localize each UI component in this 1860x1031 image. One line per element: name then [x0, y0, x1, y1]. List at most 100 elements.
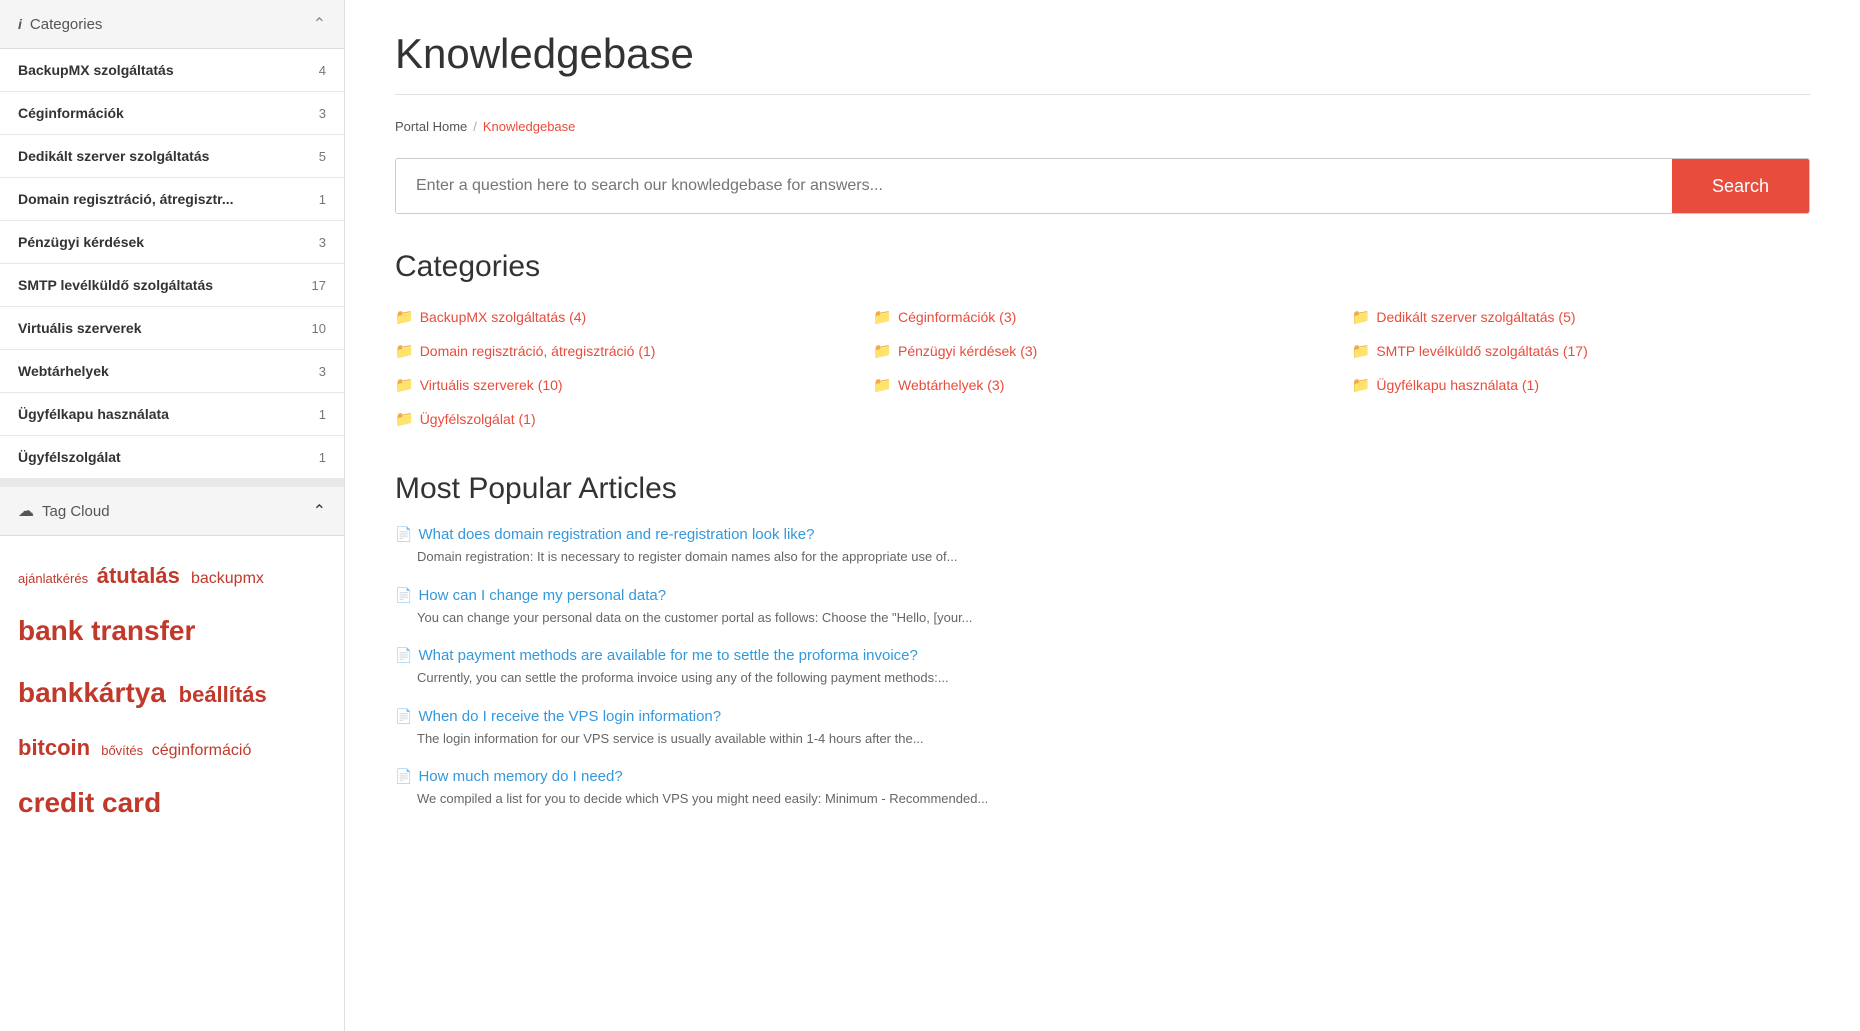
sidebar-category-item[interactable]: Céginformációk 3	[0, 92, 344, 135]
category-link[interactable]: 📁 Webtárhelyek (3)	[873, 372, 1331, 398]
article-title-text: What does domain registration and re-reg…	[418, 526, 814, 543]
sidebar-cat-count: 3	[319, 364, 326, 379]
category-link[interactable]: 📁 Virtuális szerverek (10)	[395, 372, 853, 398]
breadcrumb-current[interactable]: Knowledgebase	[483, 119, 576, 134]
categories-grid: 📁BackupMX szolgáltatás (4) 📁Céginformáció…	[395, 304, 1810, 432]
tag-cloud-body: ajánlatkérés átutalás backupmx bank tran…	[0, 536, 344, 850]
sidebar-cat-count: 1	[319, 407, 326, 422]
tag-item[interactable]: bővítés	[101, 743, 147, 758]
category-link[interactable]: 📁Céginformációk (3)	[873, 304, 1331, 330]
sidebar-cat-count: 1	[319, 192, 326, 207]
search-button[interactable]: Search	[1672, 159, 1809, 213]
tag-item[interactable]: backupmx	[191, 570, 264, 587]
search-input[interactable]	[396, 159, 1672, 213]
sidebar-category-item[interactable]: Ügyfélkapu használata 1	[0, 393, 344, 436]
tag-item[interactable]: bank transfer	[18, 615, 195, 646]
article-icon: 📄	[395, 587, 412, 604]
sidebar-cat-count: 5	[319, 149, 326, 164]
tag-cloud-header: ☁ Tag Cloud ⌃	[0, 479, 344, 536]
article-excerpt: Domain registration: It is necessary to …	[417, 547, 1810, 567]
folder-icon: 📁	[395, 376, 414, 394]
sidebar-category-item[interactable]: SMTP levélküldő szolgáltatás 17	[0, 264, 344, 307]
article-title-link[interactable]: 📄 How can I change my personal data?	[395, 587, 1810, 604]
breadcrumb: Portal Home / Knowledgebase	[395, 119, 1810, 134]
article-icon: 📄	[395, 768, 412, 785]
category-link-label: Virtuális szerverek (10)	[420, 377, 563, 393]
articles-list: 📄 What does domain registration and re-r…	[395, 526, 1810, 809]
category-link-label: SMTP levélküldő szolgáltatás (17)	[1376, 343, 1587, 359]
tag-item[interactable]: bankkártya	[18, 677, 174, 708]
folder-icon: 📁	[873, 342, 892, 360]
folder-icon: 📁	[395, 308, 414, 326]
article-item: 📄 What payment methods are available for…	[395, 647, 1810, 688]
article-title-text: How much memory do I need?	[418, 768, 622, 785]
folder-icon: 📁	[1352, 376, 1371, 394]
categories-sidebar-header: i Categories ⌃	[0, 0, 344, 49]
article-icon: 📄	[395, 708, 412, 725]
category-link[interactable]: 📁 Dedikált szerver szolgáltatás (5)	[1352, 304, 1810, 330]
sidebar-cat-label: Domain regisztráció, átregisztr...	[18, 191, 234, 207]
article-excerpt: You can change your personal data on the…	[417, 608, 1810, 628]
sidebar-category-item[interactable]: Ügyfélszolgálat 1	[0, 436, 344, 479]
category-link-label: Ügyfélkapu használata (1)	[1376, 377, 1539, 393]
article-title-text: How can I change my personal data?	[418, 587, 666, 604]
sidebar-cat-label: Webtárhelyek	[18, 363, 109, 379]
article-title-text: What payment methods are available for m…	[418, 647, 917, 664]
folder-icon: 📁	[873, 376, 892, 394]
article-title-link[interactable]: 📄 When do I receive the VPS login inform…	[395, 708, 1810, 725]
tag-item[interactable]: credit card	[18, 787, 161, 818]
article-item: 📄 What does domain registration and re-r…	[395, 526, 1810, 567]
sidebar-cat-label: Ügyfélszolgálat	[18, 449, 121, 465]
sidebar-category-item[interactable]: Webtárhelyek 3	[0, 350, 344, 393]
sidebar-cat-count: 1	[319, 450, 326, 465]
sidebar-categories-list: BackupMX szolgáltatás 4 Céginformációk 3…	[0, 49, 344, 479]
tag-item[interactable]: ajánlatkérés	[18, 571, 92, 586]
tag-item[interactable]: beállítás	[179, 682, 267, 707]
category-link-label: Dedikált szerver szolgáltatás (5)	[1376, 309, 1575, 325]
categories-sidebar-title: Categories	[30, 16, 103, 33]
folder-icon: 📁	[1352, 308, 1371, 326]
category-link[interactable]: 📁Ügyfélszolgálat (1)	[395, 406, 853, 432]
sidebar-category-item[interactable]: Pénzügyi kérdések 3	[0, 221, 344, 264]
sidebar-cat-count: 17	[312, 278, 326, 293]
tag-item[interactable]: bitcoin	[18, 735, 96, 760]
chevron-up-icon[interactable]: ⌃	[313, 14, 326, 34]
sidebar-cat-label: Céginformációk	[18, 105, 124, 121]
category-link-label: Ügyfélszolgálat (1)	[420, 411, 536, 427]
page-title: Knowledgebase	[395, 30, 1810, 78]
article-title-text: When do I receive the VPS login informat…	[418, 708, 721, 725]
sidebar: i Categories ⌃ BackupMX szolgáltatás 4 C…	[0, 0, 345, 1031]
sidebar-category-item[interactable]: BackupMX szolgáltatás 4	[0, 49, 344, 92]
sidebar-cat-count: 3	[319, 235, 326, 250]
cloud-icon: ☁	[18, 501, 34, 521]
info-icon: i	[18, 16, 22, 32]
category-link[interactable]: 📁SMTP levélküldő szolgáltatás (17)	[1352, 338, 1810, 364]
tag-item[interactable]: átutalás	[97, 563, 186, 588]
main-content: Knowledgebase Portal Home / Knowledgebas…	[345, 0, 1860, 1031]
category-link[interactable]: 📁Domain regisztráció, átregisztráció (1)	[395, 338, 853, 364]
tag-chevron-up-icon[interactable]: ⌃	[313, 501, 326, 521]
category-link-label: Domain regisztráció, átregisztráció (1)	[420, 343, 656, 359]
category-link[interactable]: 📁 Pénzügyi kérdések (3)	[873, 338, 1331, 364]
tag-item[interactable]: céginformáció	[152, 742, 252, 759]
category-link[interactable]: 📁BackupMX szolgáltatás (4)	[395, 304, 853, 330]
article-title-link[interactable]: 📄 What payment methods are available for…	[395, 647, 1810, 664]
sidebar-category-item[interactable]: Dedikált szerver szolgáltatás 5	[0, 135, 344, 178]
search-bar: Search	[395, 158, 1810, 214]
article-title-link[interactable]: 📄 How much memory do I need?	[395, 768, 1810, 785]
sidebar-cat-label: Dedikált szerver szolgáltatás	[18, 148, 209, 164]
sidebar-category-item[interactable]: Virtuális szerverek 10	[0, 307, 344, 350]
breadcrumb-separator: /	[473, 119, 477, 134]
article-excerpt: Currently, you can settle the proforma i…	[417, 668, 1810, 688]
article-title-link[interactable]: 📄 What does domain registration and re-r…	[395, 526, 1810, 543]
sidebar-cat-label: Virtuális szerverek	[18, 320, 142, 336]
breadcrumb-home[interactable]: Portal Home	[395, 119, 467, 134]
sidebar-cat-label: BackupMX szolgáltatás	[18, 62, 174, 78]
article-excerpt: The login information for our VPS servic…	[417, 729, 1810, 749]
article-item: 📄 How much memory do I need? We compiled…	[395, 768, 1810, 809]
sidebar-category-item[interactable]: Domain regisztráció, átregisztr... 1	[0, 178, 344, 221]
category-link-label: Webtárhelyek (3)	[898, 377, 1004, 393]
article-icon: 📄	[395, 647, 412, 664]
category-link-label: Pénzügyi kérdések (3)	[898, 343, 1037, 359]
category-link[interactable]: 📁 Ügyfélkapu használata (1)	[1352, 372, 1810, 398]
